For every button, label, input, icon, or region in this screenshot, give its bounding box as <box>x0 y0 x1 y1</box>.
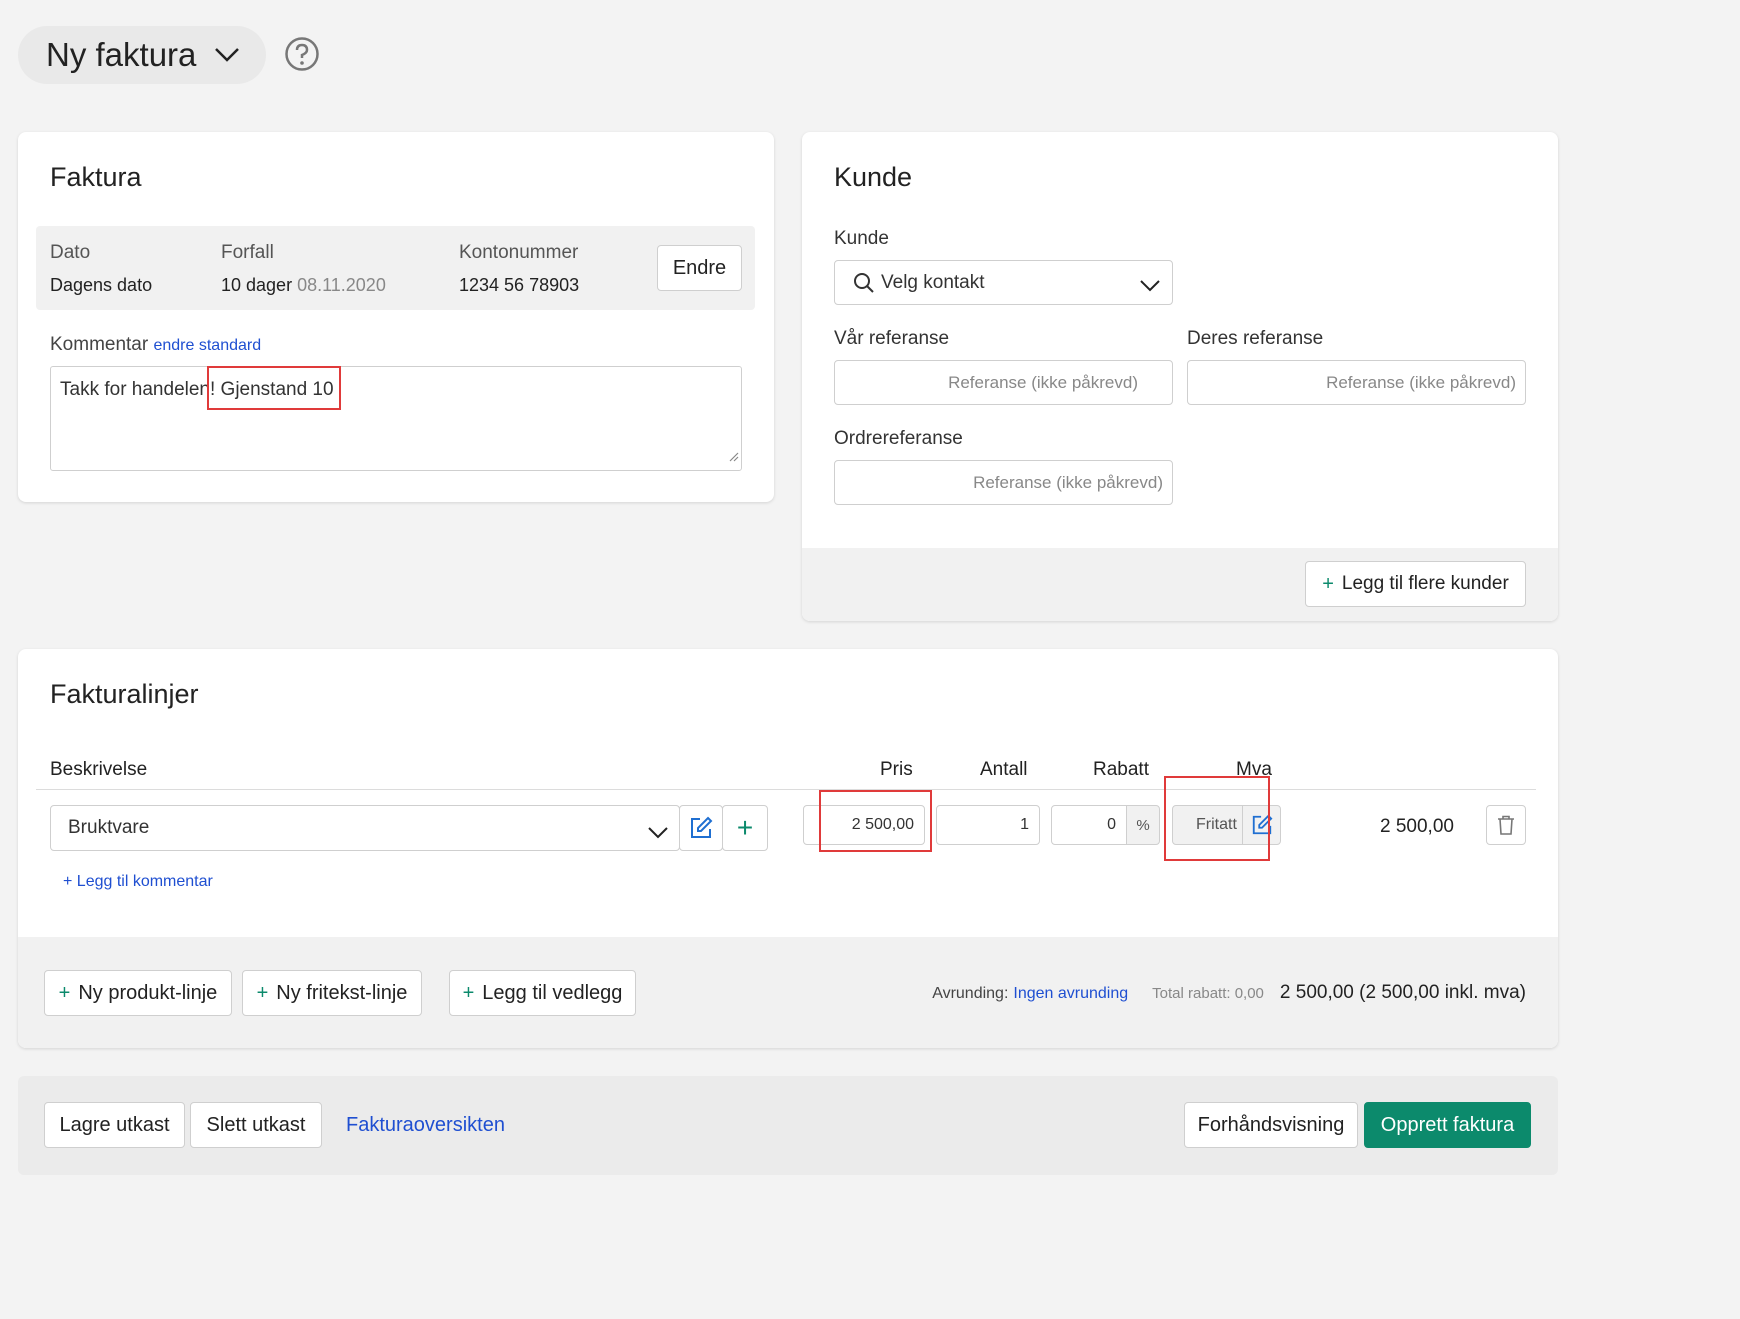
discount-unit-label: % <box>1136 816 1150 834</box>
deres-referanse-input[interactable]: Referanse (ikke påkrevd) <box>1187 360 1526 405</box>
discount-value: 0 <box>1107 816 1116 833</box>
help-icon[interactable] <box>284 36 320 77</box>
dato-label: Dato <box>50 242 91 263</box>
deres-referanse-label: Deres referanse <box>1187 328 1324 349</box>
var-referanse-placeholder: Referanse (ikke påkrevd) <box>948 372 1138 392</box>
forfall-label: Forfall <box>221 242 274 263</box>
kommentar-label: Kommentar <box>50 334 149 355</box>
kontonummer-label: Kontonummer <box>459 242 579 263</box>
grand-total: 2 500,00 (2 500,00 inkl. mva) <box>1279 982 1526 1003</box>
fakturalinjer-card: Fakturalinjer Beskrivelse Pris Antall Ra… <box>18 649 1558 1048</box>
add-product-button[interactable]: + <box>722 805 768 851</box>
chevron-down-icon <box>1140 276 1160 298</box>
endre-button[interactable]: Endre <box>657 245 742 291</box>
column-pris: Pris <box>880 759 913 780</box>
kommentar-label-group: Kommentar endre standard <box>50 334 261 356</box>
ordrereferanse-label: Ordrereferanse <box>834 428 963 449</box>
invoice-info-panel: Dato Dagens dato Forfall 10 dager 08.11.… <box>36 226 755 310</box>
forfall-value: 10 dager <box>221 275 293 295</box>
mva-value: Fritatt <box>1196 816 1237 833</box>
price-input[interactable]: 2 500,00 <box>803 805 925 845</box>
delete-draft-button[interactable]: Slett utkast <box>190 1102 322 1148</box>
totals-summary: Avrunding: Ingen avrunding Total rabatt:… <box>932 982 1526 1004</box>
dato-value: Dagens dato <box>50 275 153 295</box>
chevron-down-icon <box>648 823 668 845</box>
kunde-card: Kunde Kunde Velg kontakt Vår referanse D… <box>802 132 1558 621</box>
deres-referanse-placeholder: Referanse (ikke påkrevd) <box>1326 372 1516 392</box>
column-beskrivelse: Beskrivelse <box>50 759 148 780</box>
save-draft-button[interactable]: Lagre utkast <box>44 1102 185 1148</box>
var-referanse-input[interactable]: Referanse (ikke påkrevd) <box>834 360 1173 405</box>
trash-icon <box>1497 815 1515 835</box>
add-attachment-label: Legg til vedlegg <box>482 981 623 1004</box>
plus-icon: + <box>256 981 269 1004</box>
column-mva: Mva <box>1236 759 1272 780</box>
line-total: 2 500,00 <box>1380 816 1454 837</box>
discount-input[interactable]: 0 <box>1051 805 1127 845</box>
new-product-line-label: Ny produkt-linje <box>78 981 218 1004</box>
plus-icon: + <box>58 981 71 1004</box>
ordrereferanse-placeholder: Referanse (ikke påkrevd) <box>973 472 1163 492</box>
header-divider <box>36 789 1536 790</box>
faktura-card: Faktura Dato Dagens dato Forfall 10 dage… <box>18 132 774 502</box>
kunde-placeholder: Velg kontakt <box>881 271 985 293</box>
product-value: Bruktvare <box>68 817 150 838</box>
forfall-value-group: 10 dager 08.11.2020 <box>221 275 386 296</box>
edit-product-button[interactable] <box>679 805 723 851</box>
page-title: Ny faktura <box>46 36 197 73</box>
kunde-select[interactable]: Velg kontakt <box>834 260 1173 305</box>
quantity-input[interactable]: 1 <box>936 805 1040 845</box>
forfall-date: 08.11.2020 <box>297 275 386 295</box>
plus-icon: + <box>1322 572 1334 595</box>
product-select[interactable]: Bruktvare <box>50 805 680 851</box>
search-icon <box>853 272 875 294</box>
edit-icon <box>689 816 713 840</box>
add-more-customers-label: Legg til flere kunder <box>1341 573 1509 594</box>
column-antall: Antall <box>980 759 1028 780</box>
new-text-line-button[interactable]: + Ny fritekst-linje <box>242 970 422 1016</box>
edit-icon <box>1251 814 1273 836</box>
delete-line-button[interactable] <box>1486 805 1526 845</box>
ordrereferanse-input[interactable]: Referanse (ikke påkrevd) <box>834 460 1173 505</box>
add-comment-link[interactable]: + Legg til kommentar <box>63 873 213 891</box>
faktura-title: Faktura <box>50 162 142 192</box>
fakturalinjer-title: Fakturalinjer <box>50 679 199 709</box>
kommentar-text: Takk for handelen! Gjenstand 10 <box>60 379 334 400</box>
chevron-down-icon <box>214 47 240 63</box>
preview-button[interactable]: Forhåndsvisning <box>1184 1102 1358 1148</box>
price-value: 2 500,00 <box>851 816 914 833</box>
add-attachment-button[interactable]: + Legg til vedlegg <box>449 970 636 1016</box>
quantity-value: 1 <box>1020 816 1029 833</box>
column-rabatt: Rabatt <box>1093 759 1149 780</box>
kommentar-textarea[interactable]: Takk for handelen! Gjenstand 10 <box>50 366 742 471</box>
endre-standard-link[interactable]: endre standard <box>153 337 261 354</box>
total-discount: Total rabatt: 0,00 <box>1152 985 1264 1002</box>
rounding-link[interactable]: Ingen avrunding <box>1013 985 1128 1003</box>
edit-mva-button[interactable] <box>1242 805 1281 845</box>
kunde-label: Kunde <box>834 228 889 249</box>
new-text-line-label: Ny fritekst-linje <box>276 981 408 1004</box>
plus-icon: + <box>736 812 754 843</box>
rounding-label: Avrunding: <box>932 985 1009 1002</box>
kunde-title: Kunde <box>834 162 913 192</box>
kontonummer-value: 1234 56 78903 <box>459 275 580 295</box>
var-referanse-label: Vår referanse <box>834 328 950 349</box>
add-more-customers-button[interactable]: + Legg til flere kunder <box>1305 561 1526 607</box>
resize-handle-icon[interactable] <box>728 446 739 468</box>
create-invoice-button[interactable]: Opprett faktura <box>1364 1102 1531 1148</box>
new-product-line-button[interactable]: + Ny produkt-linje <box>44 970 232 1016</box>
discount-unit: % <box>1126 805 1160 845</box>
invoice-overview-link[interactable]: Fakturaoversikten <box>346 1114 505 1137</box>
plus-icon: + <box>462 981 475 1004</box>
invoice-type-selector[interactable]: Ny faktura <box>18 26 266 84</box>
